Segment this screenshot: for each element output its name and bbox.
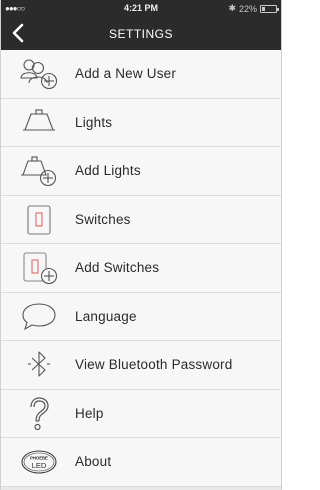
menu-item-label: Add a New User xyxy=(75,66,177,82)
logo-text-top: PHOEBE xyxy=(30,456,48,461)
menu-item-label: Add Switches xyxy=(75,260,160,276)
question-mark-icon xyxy=(19,396,59,432)
menu-item-label: Switches xyxy=(75,211,131,227)
add-user-icon xyxy=(19,56,59,92)
menu-item-lights[interactable]: Lights xyxy=(1,98,281,147)
menu-item-add-switches[interactable]: Add Switches xyxy=(1,244,281,293)
settings-screen: ●●●○○ 4:21 PM ✱ 22% SETTINGS Add a New U… xyxy=(0,0,282,490)
bluetooth-icon xyxy=(19,347,59,383)
battery-percent: 22% xyxy=(238,3,257,14)
page-title: SETTINGS xyxy=(108,27,173,41)
menu-item-label: Language xyxy=(75,308,137,324)
phoebe-led-logo-icon: PHOEBE LED xyxy=(19,444,59,480)
menu-item-help[interactable]: Help xyxy=(1,389,281,438)
status-right-group: ✱ 22% xyxy=(228,3,279,14)
menu-item-label: About xyxy=(75,454,112,470)
settings-list: Add a New User Lights Add Lights Switche… xyxy=(1,50,281,487)
menu-item-label: Lights xyxy=(75,114,113,130)
menu-item-switches[interactable]: Switches xyxy=(1,195,281,244)
menu-item-label: Help xyxy=(75,405,104,421)
status-bar: ●●●○○ 4:21 PM ✱ 22% xyxy=(1,0,281,17)
menu-item-language[interactable]: Language xyxy=(1,292,281,341)
menu-item-label: View Bluetooth Password xyxy=(75,357,233,373)
menu-item-bluetooth-password[interactable]: View Bluetooth Password xyxy=(1,341,281,390)
switch-icon xyxy=(19,202,59,238)
add-switch-icon xyxy=(19,250,59,286)
nav-bar: SETTINGS xyxy=(1,17,281,50)
battery-fill xyxy=(262,6,265,11)
logo-text-bottom: LED xyxy=(32,461,47,470)
bluetooth-status-icon: ✱ xyxy=(228,3,236,13)
menu-item-add-user[interactable]: Add a New User xyxy=(1,50,281,99)
battery-icon xyxy=(260,4,279,13)
menu-item-add-lights[interactable]: Add Lights xyxy=(1,147,281,196)
menu-item-about[interactable]: PHOEBE LED About xyxy=(1,438,281,487)
light-fixture-icon xyxy=(19,105,59,141)
speech-bubble-icon xyxy=(19,299,59,335)
menu-item-label: Add Lights xyxy=(75,163,141,179)
add-light-icon xyxy=(19,153,59,189)
